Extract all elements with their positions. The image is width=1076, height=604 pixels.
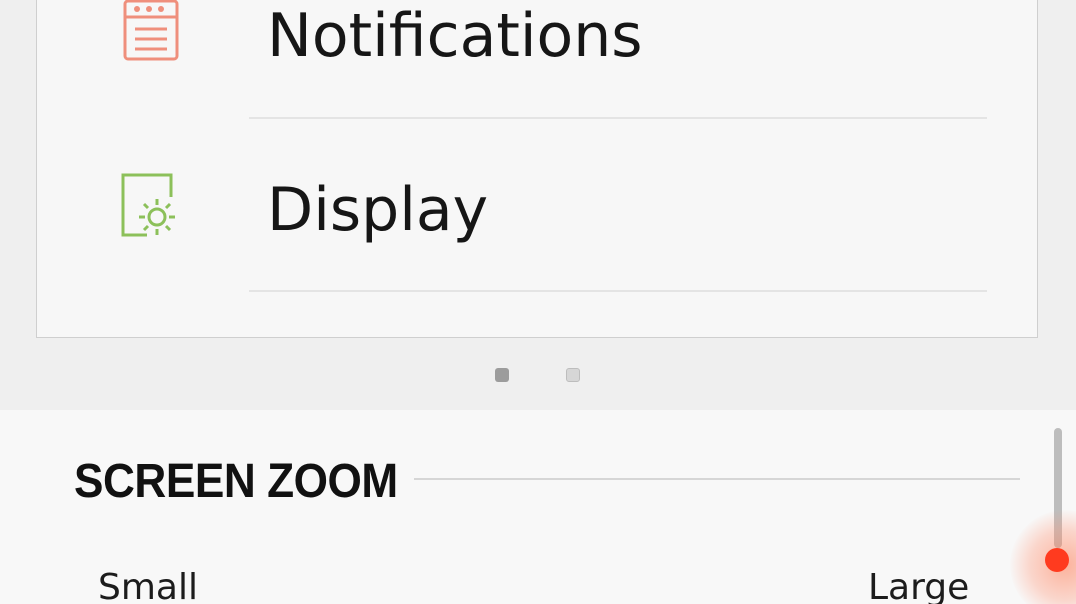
- zoom-max-label: Large: [868, 567, 970, 604]
- display-settings-screen: Notifications Display SCREEN ZOOM Small …: [0, 0, 1076, 604]
- divider: [249, 117, 987, 119]
- screen-zoom-panel: SCREEN ZOOM Small Large: [0, 410, 1076, 604]
- touch-indicator: [1045, 548, 1069, 572]
- section-divider: [414, 478, 1020, 480]
- display-icon: [119, 173, 183, 237]
- zoom-min-label: Small: [98, 567, 198, 604]
- divider: [249, 290, 987, 292]
- section-title: SCREEN ZOOM: [74, 455, 398, 508]
- menu-item-notifications[interactable]: Notifications: [37, 0, 1037, 91]
- page-dot-active[interactable]: [495, 368, 509, 382]
- page-dot[interactable]: [566, 368, 580, 382]
- page-indicator: [0, 366, 1076, 384]
- menu-item-label: Notifications: [267, 1, 643, 71]
- menu-item-display[interactable]: Display: [37, 145, 1037, 265]
- menu-item-label: Display: [267, 175, 489, 245]
- notifications-icon: [119, 0, 183, 63]
- preview-card: Notifications Display: [36, 0, 1038, 338]
